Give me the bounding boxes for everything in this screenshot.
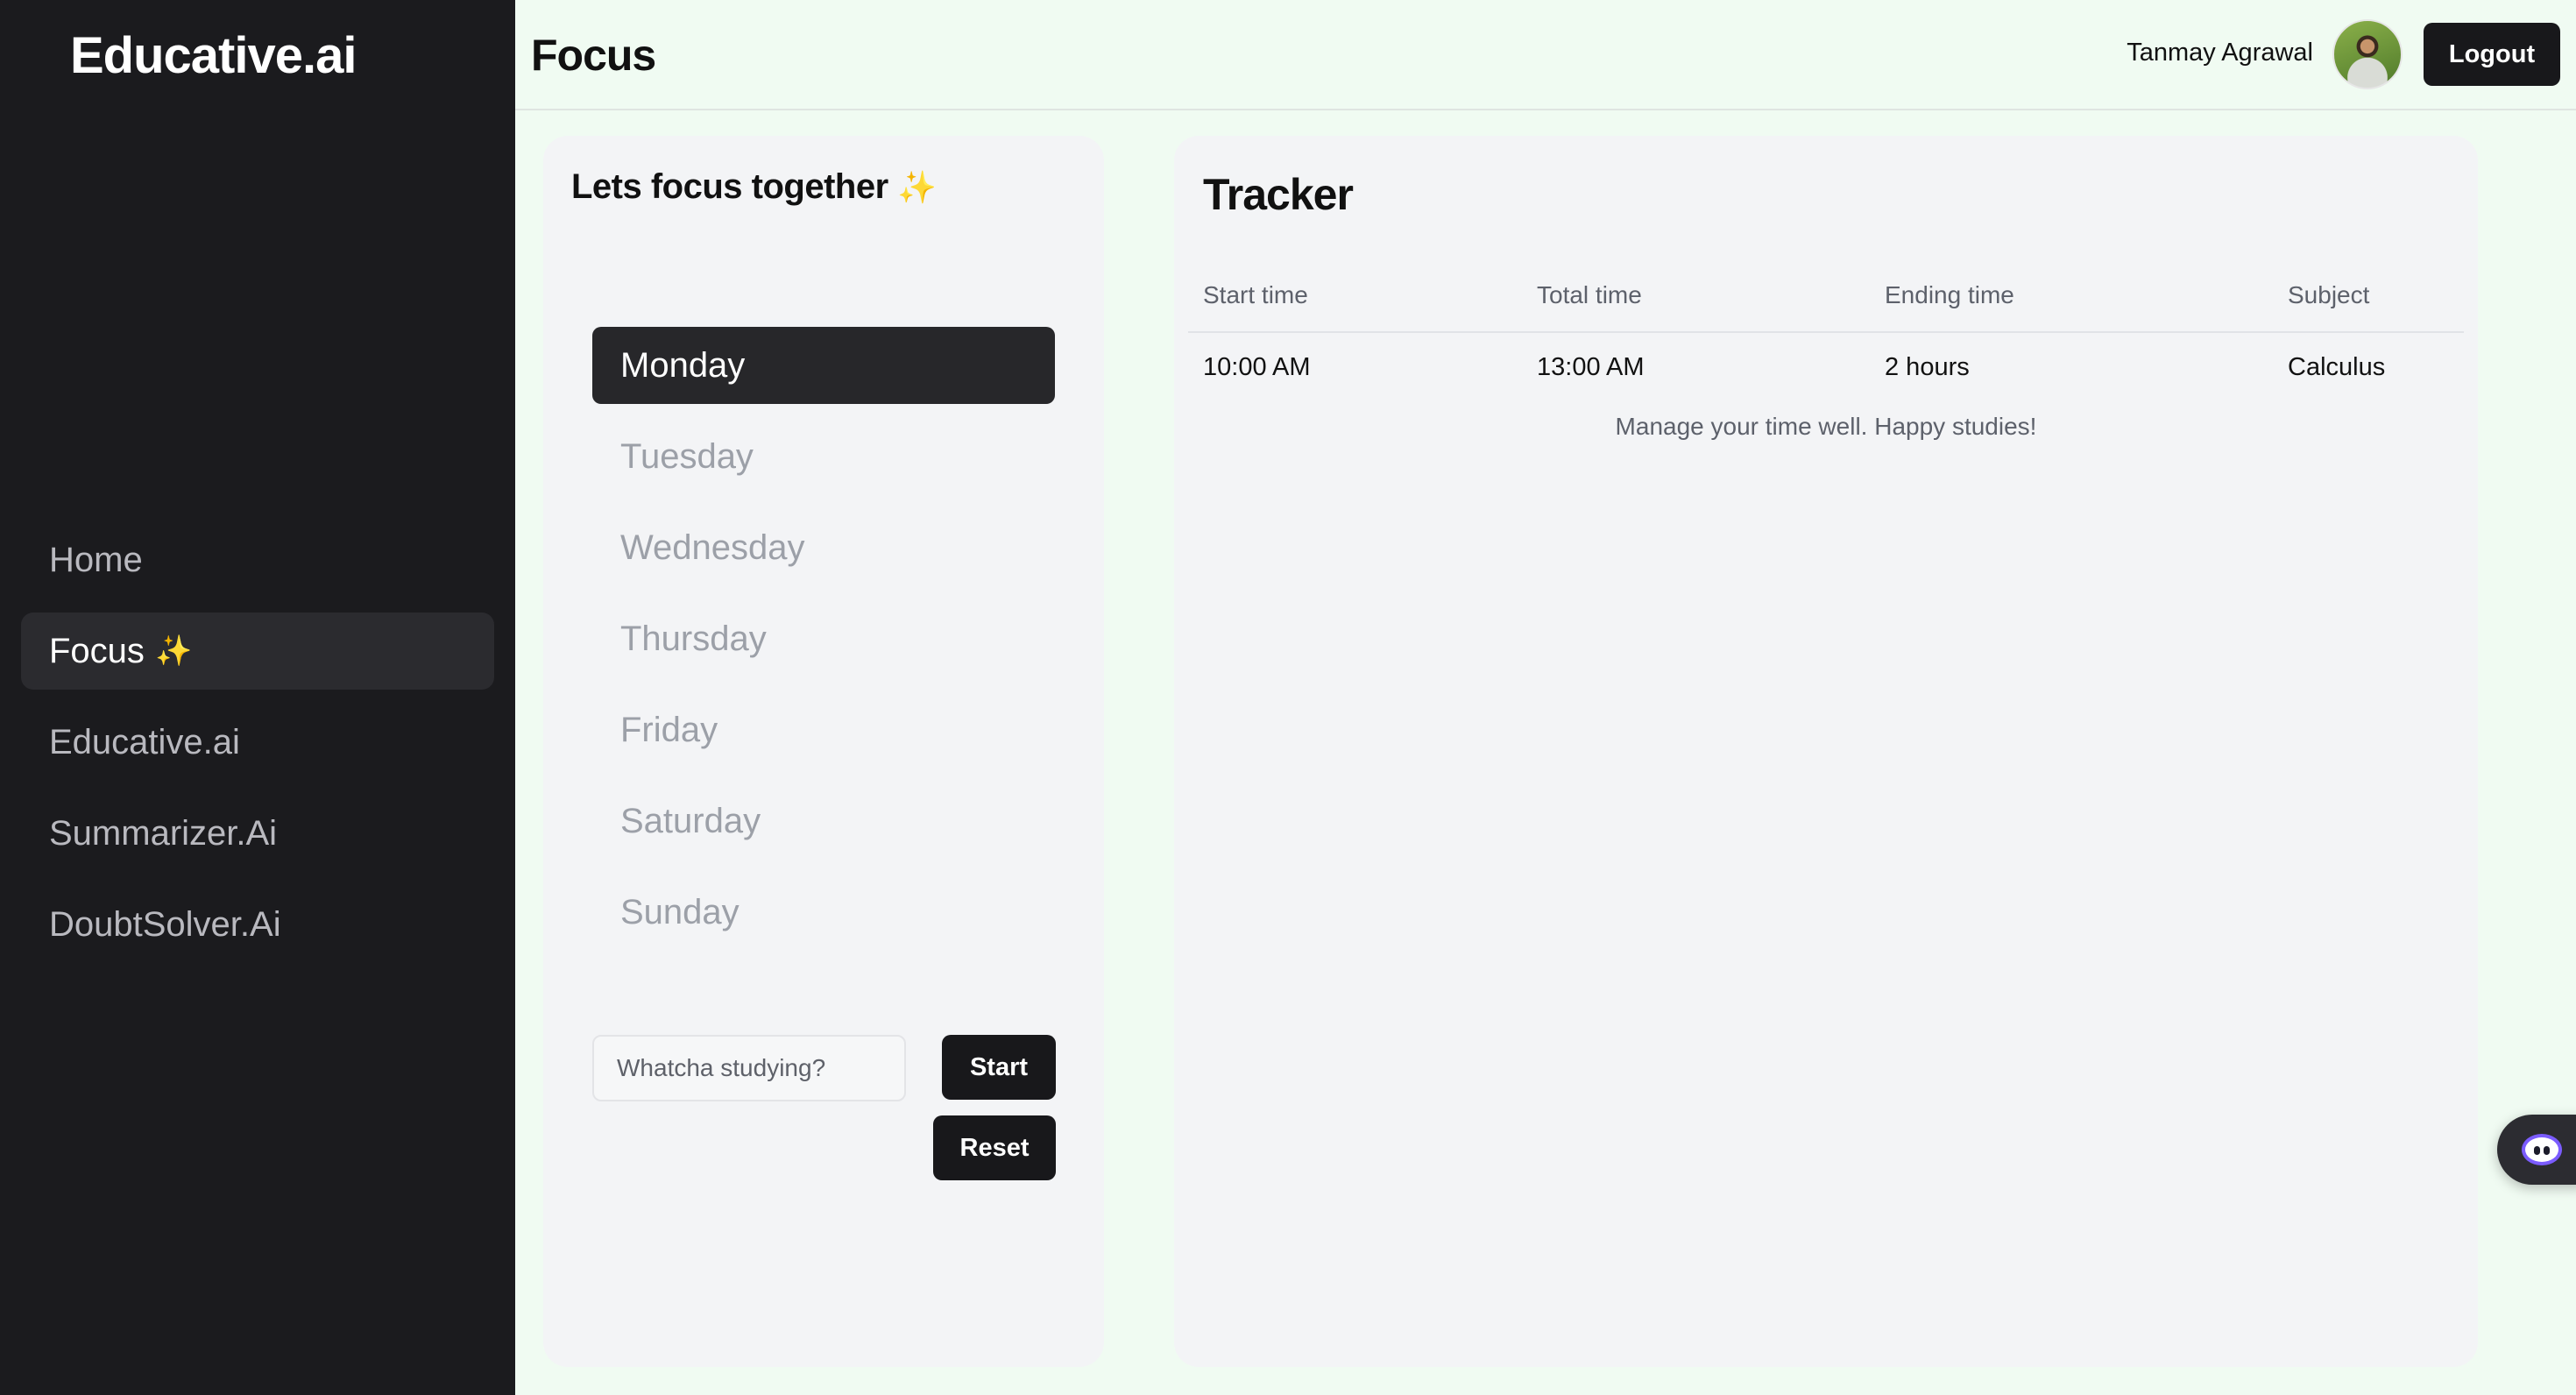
table-cell: 2 hours xyxy=(1885,353,1970,381)
day-friday[interactable]: Friday xyxy=(592,691,1055,768)
day-wednesday[interactable]: Wednesday xyxy=(592,509,1055,586)
sidebar-item-label: DoubtSolver.Ai xyxy=(49,904,281,944)
avatar[interactable] xyxy=(2332,19,2403,89)
focus-title-text: Lets focus together xyxy=(571,167,888,206)
sidebar: Educative.ai Home Focus ✨ Educative.ai S… xyxy=(0,0,515,1395)
tracker-table: Start time Total time Ending time Subjec… xyxy=(1188,258,2464,402)
table-cell: 10:00 AM xyxy=(1203,353,1311,381)
reset-button[interactable]: Reset xyxy=(933,1115,1056,1180)
sidebar-item-label: Home xyxy=(49,540,143,579)
column-header: Total time xyxy=(1537,258,1885,333)
day-monday[interactable]: Monday xyxy=(592,327,1055,404)
tracker-panel: Tracker Start time Total time Ending tim… xyxy=(1174,136,2478,1367)
top-header: Focus Tanmay Agrawal Logout xyxy=(515,0,2576,110)
table-caption: Manage your time well. Happy studies! xyxy=(1615,413,2037,440)
page-title: Focus xyxy=(531,31,656,80)
table-cell: Calculus xyxy=(2288,353,2386,381)
sidebar-item-home[interactable]: Home xyxy=(21,521,494,598)
focus-panel: Lets focus together ✨ Monday Tuesday Wed… xyxy=(543,136,1104,1367)
sidebar-item-label: Summarizer.Ai xyxy=(49,813,278,853)
day-list: Monday Tuesday Wednesday Thursday Friday… xyxy=(592,327,1055,965)
sidebar-item-summarizer[interactable]: Summarizer.Ai xyxy=(21,795,494,872)
sidebar-item-doubtsolver[interactable]: DoubtSolver.Ai xyxy=(21,886,494,963)
sidebar-item-label: Educative.ai xyxy=(49,722,240,761)
focus-title: Lets focus together ✨ xyxy=(571,167,937,207)
sidebar-item-focus[interactable]: Focus ✨ xyxy=(21,613,494,690)
table-row: 10:00 AM 13:00 AM 2 hours Calculus xyxy=(1188,332,2464,402)
sidebar-item-label: Focus xyxy=(49,631,145,670)
logout-button[interactable]: Logout xyxy=(2424,23,2560,86)
sidebar-nav: Home Focus ✨ Educative.ai Summarizer.Ai … xyxy=(21,521,494,977)
column-header: Start time xyxy=(1188,258,1537,333)
brand-logo[interactable]: Educative.ai xyxy=(70,26,357,85)
tracker-title: Tracker xyxy=(1203,170,1354,219)
chat-widget-button[interactable] xyxy=(2497,1115,2576,1185)
sparkles-icon: ✨ xyxy=(897,169,937,205)
sidebar-item-educative[interactable]: Educative.ai xyxy=(21,704,494,781)
day-tuesday[interactable]: Tuesday xyxy=(592,418,1055,495)
table-cell: 13:00 AM xyxy=(1537,353,1645,381)
sparkles-icon: ✨ xyxy=(154,634,193,668)
day-sunday[interactable]: Sunday xyxy=(592,874,1055,951)
column-header: Subject xyxy=(2288,258,2464,333)
day-saturday[interactable]: Saturday xyxy=(592,782,1055,860)
column-header: Ending time xyxy=(1885,258,2288,333)
study-subject-input[interactable] xyxy=(592,1035,906,1101)
start-button[interactable]: Start xyxy=(942,1035,1056,1100)
day-thursday[interactable]: Thursday xyxy=(592,600,1055,677)
user-name: Tanmay Agrawal xyxy=(2127,39,2313,67)
chatbot-face-icon xyxy=(2522,1134,2562,1165)
table-header-row: Start time Total time Ending time Subjec… xyxy=(1188,258,2464,333)
